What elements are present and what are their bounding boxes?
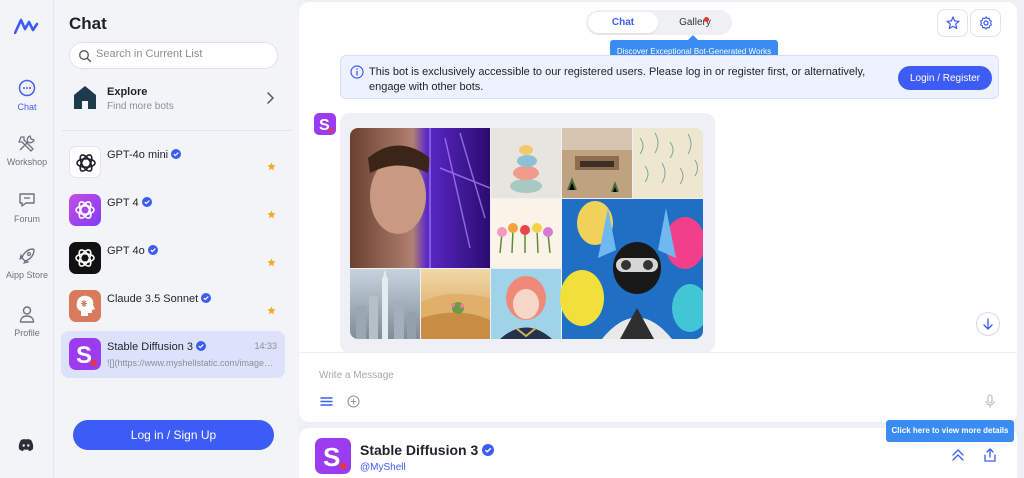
verified-badge-icon	[482, 444, 495, 456]
stable-diffusion-logo-icon: S	[319, 117, 333, 134]
rail-item-forum[interactable]: Forum	[0, 190, 54, 224]
login-register-button[interactable]: Login / Register	[898, 66, 992, 90]
star-icon[interactable]	[267, 210, 276, 219]
divider	[62, 130, 292, 131]
bot-name: Stable Diffusion 3	[107, 341, 207, 353]
bot-item-claude-3-5-sonnet[interactable]: Claude 3.5 Sonnet	[61, 283, 285, 330]
bot-avatar: S	[69, 338, 101, 370]
chat-list-panel: Chat Explore Find more bots GPT-4o mini	[54, 0, 298, 478]
openai-icon	[76, 154, 96, 172]
rail-item-label: Profile	[14, 328, 40, 338]
search-input[interactable]	[96, 48, 271, 60]
bot-item-stable-diffusion-3[interactable]: S Stable Diffusion 3 14:33 ![](https://w…	[61, 331, 285, 378]
notification-dot	[704, 17, 709, 22]
bot-avatar	[69, 290, 101, 322]
rail-item-label: Chat	[17, 102, 37, 112]
svg-text:S: S	[323, 442, 340, 472]
stable-diffusion-logo-icon: S	[323, 442, 347, 472]
compose-divider	[299, 352, 1017, 353]
verified-badge-icon	[196, 341, 207, 351]
last-message-preview: ![](https://www.myshellstatic.com/image/…	[107, 358, 275, 368]
verified-badge-icon	[201, 293, 212, 303]
bot-item-gpt-4[interactable]: GPT 4	[61, 187, 285, 234]
add-circle-icon[interactable]	[347, 395, 360, 408]
login-notice: This bot is exclusively accessible to ou…	[340, 55, 999, 99]
chat-main: Chat Gallery Discover Exceptional Bot-Ge…	[299, 2, 1017, 422]
bot-avatar	[69, 242, 101, 274]
gear-icon	[980, 16, 992, 30]
star-icon[interactable]	[267, 162, 276, 171]
tab-gallery[interactable]: Gallery	[660, 12, 730, 33]
share-icon[interactable]	[983, 448, 997, 462]
bot-name: GPT-4o mini	[107, 149, 182, 161]
openai-icon	[75, 201, 95, 219]
explore-link[interactable]: Explore Find more bots	[69, 80, 279, 118]
bot-name: GPT 4	[107, 197, 152, 209]
svg-text:S: S	[76, 342, 92, 369]
rail-item-label: Aipp Store	[5, 270, 49, 280]
favorite-button[interactable]	[937, 9, 968, 37]
verified-badge-icon	[171, 149, 182, 159]
rail-item-workshop[interactable]: Workshop	[0, 133, 54, 167]
search-box[interactable]	[69, 42, 278, 69]
settings-button[interactable]	[970, 9, 1001, 37]
tools-icon	[18, 135, 35, 152]
last-message-time: 14:33	[254, 341, 277, 351]
bot-info-handle[interactable]: @MyShell	[360, 462, 406, 473]
generated-image-collage[interactable]	[350, 128, 703, 339]
forum-icon	[19, 193, 35, 207]
chat-bubble-icon	[18, 79, 36, 97]
info-icon	[350, 65, 364, 79]
openai-icon	[75, 249, 95, 267]
house-icon	[74, 86, 96, 109]
tab-chat[interactable]: Chat	[588, 12, 658, 33]
myshell-logo[interactable]	[14, 18, 40, 34]
view-details-tooltip[interactable]: Click here to view more details	[886, 420, 1014, 442]
verified-badge-icon	[141, 197, 152, 207]
star-icon[interactable]	[267, 258, 276, 267]
search-icon	[79, 50, 92, 63]
panel-title: Chat	[69, 14, 107, 33]
rocket-icon	[19, 248, 35, 264]
double-chevron-up-icon[interactable]	[951, 448, 965, 462]
person-icon	[19, 306, 35, 323]
bot-info-name: Stable Diffusion 3	[360, 442, 495, 458]
bot-name: Claude 3.5 Sonnet	[107, 293, 212, 305]
explore-title: Explore	[107, 86, 148, 98]
scroll-to-bottom-button[interactable]	[976, 312, 1000, 336]
bot-info-avatar: S	[315, 438, 351, 474]
bot-message-bubble	[340, 113, 715, 353]
rail-item-aipp-store[interactable]: Aipp Store	[0, 246, 54, 280]
view-tabs: Chat Gallery	[586, 10, 732, 35]
message-input[interactable]	[319, 370, 959, 381]
svg-text:S: S	[319, 117, 330, 134]
bot-avatar	[69, 146, 101, 178]
notice-text: This bot is exclusively accessible to ou…	[369, 66, 866, 93]
star-outline-icon	[946, 16, 960, 30]
menu-icon[interactable]	[320, 395, 333, 408]
verified-badge-icon	[147, 245, 158, 255]
stable-diffusion-logo-icon: S	[76, 342, 97, 369]
star-icon[interactable]	[267, 306, 276, 315]
chevron-right-icon	[267, 92, 274, 104]
bot-message-avatar: S	[314, 113, 336, 135]
rail-item-label: Workshop	[6, 157, 48, 167]
rail-item-label: Forum	[13, 214, 40, 224]
login-signup-button[interactable]: Log in / Sign Up	[73, 420, 274, 450]
bot-item-gpt-4o-mini[interactable]: GPT-4o mini	[61, 139, 285, 186]
rail-item-chat[interactable]: Chat	[0, 78, 54, 112]
arrow-down-icon	[983, 318, 993, 330]
discord-icon[interactable]	[18, 438, 34, 452]
claude-head-icon	[76, 295, 95, 316]
explore-subtitle: Find more bots	[107, 101, 174, 112]
rail-item-profile[interactable]: Profile	[0, 304, 54, 338]
bot-avatar	[69, 194, 101, 226]
bot-item-gpt-4o[interactable]: GPT 4o	[61, 235, 285, 282]
microphone-icon[interactable]	[985, 394, 995, 409]
left-rail: Chat Workshop Forum Aipp Store Profile	[0, 0, 54, 478]
bot-name: GPT 4o	[107, 245, 158, 257]
